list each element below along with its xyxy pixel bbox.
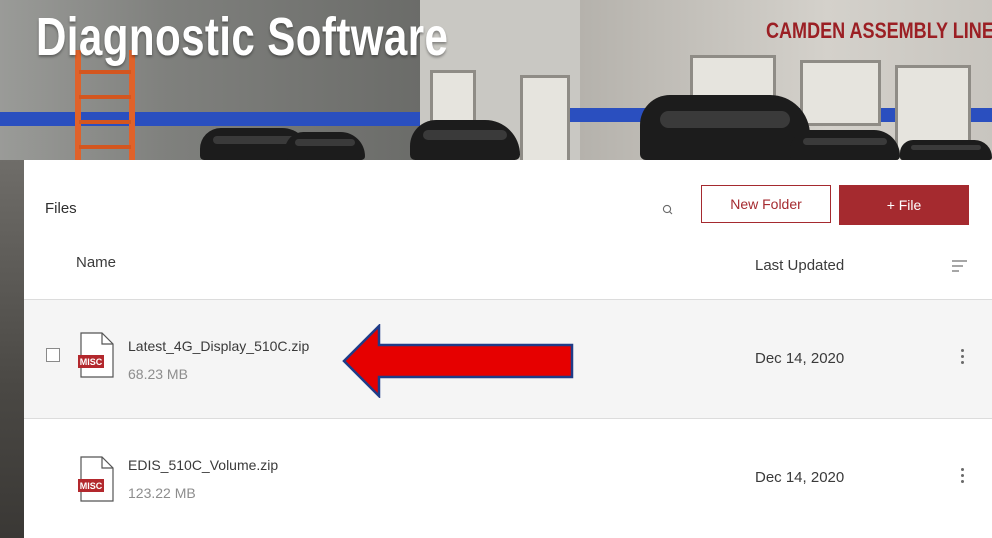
zip-file-icon: MISC [78,332,114,378]
hero-edge-left [0,160,24,538]
row-more-options-button[interactable] [954,346,970,370]
hero-engine [640,95,810,160]
more-vertical-icon [954,468,970,483]
file-name-link[interactable]: Latest_4G_Display_510C.zip [128,338,309,354]
file-last-updated: Dec 14, 2020 [755,350,845,367]
hero-engine [410,120,520,160]
column-header-name[interactable]: Name [76,254,116,271]
file-row[interactable]: MISC EDIS_510C_Volume.zip 123.22 MB Dec … [24,419,992,537]
sort-lines-icon [952,260,967,272]
zip-file-icon: MISC [78,456,114,502]
files-section-label: Files [45,200,77,217]
hero-window [800,60,881,126]
new-folder-button[interactable]: New Folder [701,185,831,223]
file-size: 68.23 MB [128,366,188,382]
sort-button[interactable] [950,256,970,276]
page-title: Diagnostic Software [36,7,449,67]
file-name-link[interactable]: EDIS_510C_Volume.zip [128,457,278,473]
add-file-button[interactable]: + File [839,185,969,225]
file-size: 123.22 MB [128,485,196,501]
hero-stripe [0,112,420,126]
row-more-options-button[interactable] [954,465,970,489]
hero-engine [285,132,365,160]
annotation-arrow-icon [342,324,574,398]
file-type-badge: MISC [80,357,103,367]
more-vertical-icon [954,349,970,364]
hero-engine [900,140,992,160]
hero-engine [790,130,900,160]
search-icon [662,204,673,215]
file-type-badge: MISC [80,481,103,491]
hero-door [520,75,570,166]
file-last-updated: Dec 14, 2020 [755,469,845,486]
row-select-checkbox[interactable] [46,348,60,362]
column-header-last-updated[interactable]: Last Updated [755,257,844,274]
search-button[interactable] [656,198,680,222]
hero-wall-sign: CAMDEN ASSEMBLY LINE [766,18,992,43]
